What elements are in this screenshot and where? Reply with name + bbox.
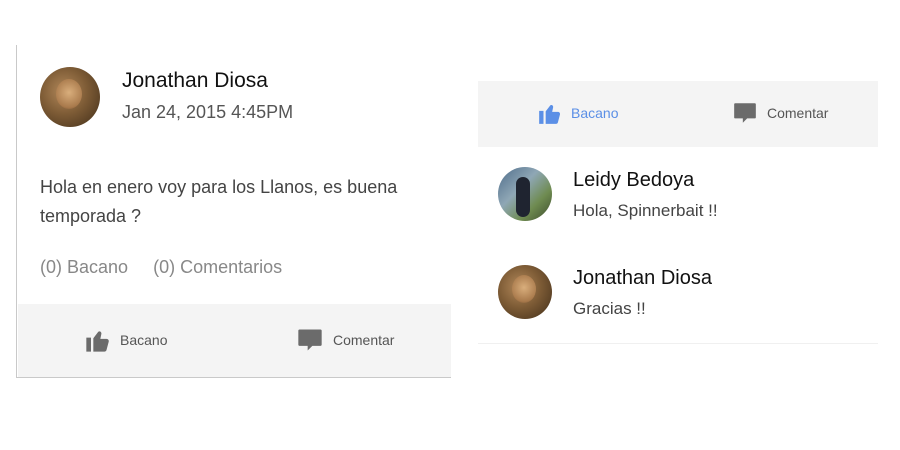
- post-body-text: Hola en enero voy para los Llanos, es bu…: [40, 177, 398, 226]
- post-action-bar: Bacano Comentar: [18, 304, 451, 377]
- comment-item: Jonathan Diosa Gracias !!: [478, 245, 878, 344]
- comments-action-bar: Bacano Comentar: [478, 81, 878, 147]
- comment-button-label: Comentar: [767, 105, 829, 121]
- post-author-avatar[interactable]: [40, 67, 100, 127]
- comments-count[interactable]: (0) Comentarios: [153, 257, 282, 277]
- comment-bubble-icon: [734, 103, 756, 123]
- likes-count[interactable]: (0) Bacano: [40, 257, 128, 277]
- like-button[interactable]: Bacano: [84, 326, 167, 354]
- commenter-name[interactable]: Leidy Bedoya: [573, 169, 694, 192]
- commenter-name[interactable]: Jonathan Diosa: [573, 267, 712, 290]
- post-author-name[interactable]: Jonathan Diosa: [122, 69, 268, 93]
- comment-button[interactable]: Comentar: [731, 100, 828, 126]
- post-card: Jonathan Diosa Jan 24, 2015 4:45PM Hola …: [16, 45, 451, 378]
- like-button-label: Bacano: [120, 332, 168, 348]
- avatar-face: [512, 275, 536, 303]
- post-stats: (0) Bacano (0) Comentarios: [40, 257, 302, 278]
- post-timestamp: Jan 24, 2015 4:45PM: [122, 102, 294, 122]
- avatar-figure: [516, 177, 530, 217]
- thumbs-up-icon: [539, 104, 561, 124]
- thumbs-up-icon: [86, 331, 109, 352]
- commenter-avatar[interactable]: [498, 265, 552, 319]
- comment-button[interactable]: Comentar: [295, 326, 394, 354]
- comment-text: Hola, Spinnerbait !!: [573, 201, 718, 220]
- commenter-avatar[interactable]: [498, 167, 552, 221]
- avatar-face: [56, 79, 82, 109]
- like-button-label: Bacano: [571, 105, 619, 121]
- comment-item: Leidy Bedoya Hola, Spinnerbait !!: [478, 147, 878, 246]
- comment-text: Gracias !!: [573, 299, 646, 318]
- like-button-active[interactable]: Bacano: [537, 100, 618, 126]
- comment-bubble-icon: [298, 329, 322, 351]
- comment-button-label: Comentar: [333, 332, 395, 348]
